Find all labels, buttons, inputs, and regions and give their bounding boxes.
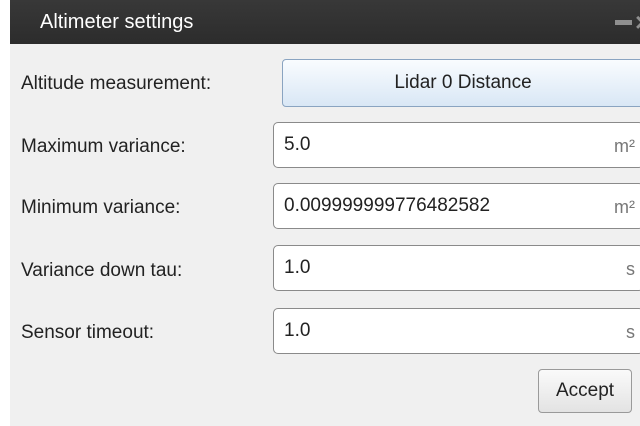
maximum-variance-input[interactable] [284,132,574,158]
minimum-variance-field[interactable]: m² [273,183,640,229]
variance-down-tau-unit: s [626,259,635,279]
sensor-timeout-unit: s [626,322,635,342]
sensor-timeout-field[interactable]: s [273,308,640,354]
title-bar[interactable]: Altimeter settings × [10,0,640,44]
minimum-variance-input[interactable] [284,193,574,219]
maximum-variance-field[interactable]: m² [273,122,640,168]
altitude-measurement-label: Altitude measurement: [21,73,212,94]
maximum-variance-unit: m² [614,136,635,156]
altitude-measurement-dropdown[interactable]: Lidar 0 Distance [282,59,640,107]
minimum-variance-unit: m² [614,197,635,217]
sensor-timeout-input[interactable] [284,318,574,344]
altimeter-settings-window: Altimeter settings × Altitude measuremen… [10,0,640,426]
sensor-timeout-label: Sensor timeout: [21,322,155,343]
variance-down-tau-input[interactable] [284,255,574,281]
window-title: Altimeter settings [40,11,194,33]
close-icon[interactable]: × [635,8,640,36]
variance-down-tau-label: Variance down tau: [21,260,183,281]
minimize-icon[interactable] [615,20,632,25]
minimum-variance-label: Minimum variance: [21,197,181,218]
variance-down-tau-field[interactable]: s [273,245,640,291]
accept-button[interactable]: Accept [538,369,632,413]
maximum-variance-label: Maximum variance: [21,136,186,157]
